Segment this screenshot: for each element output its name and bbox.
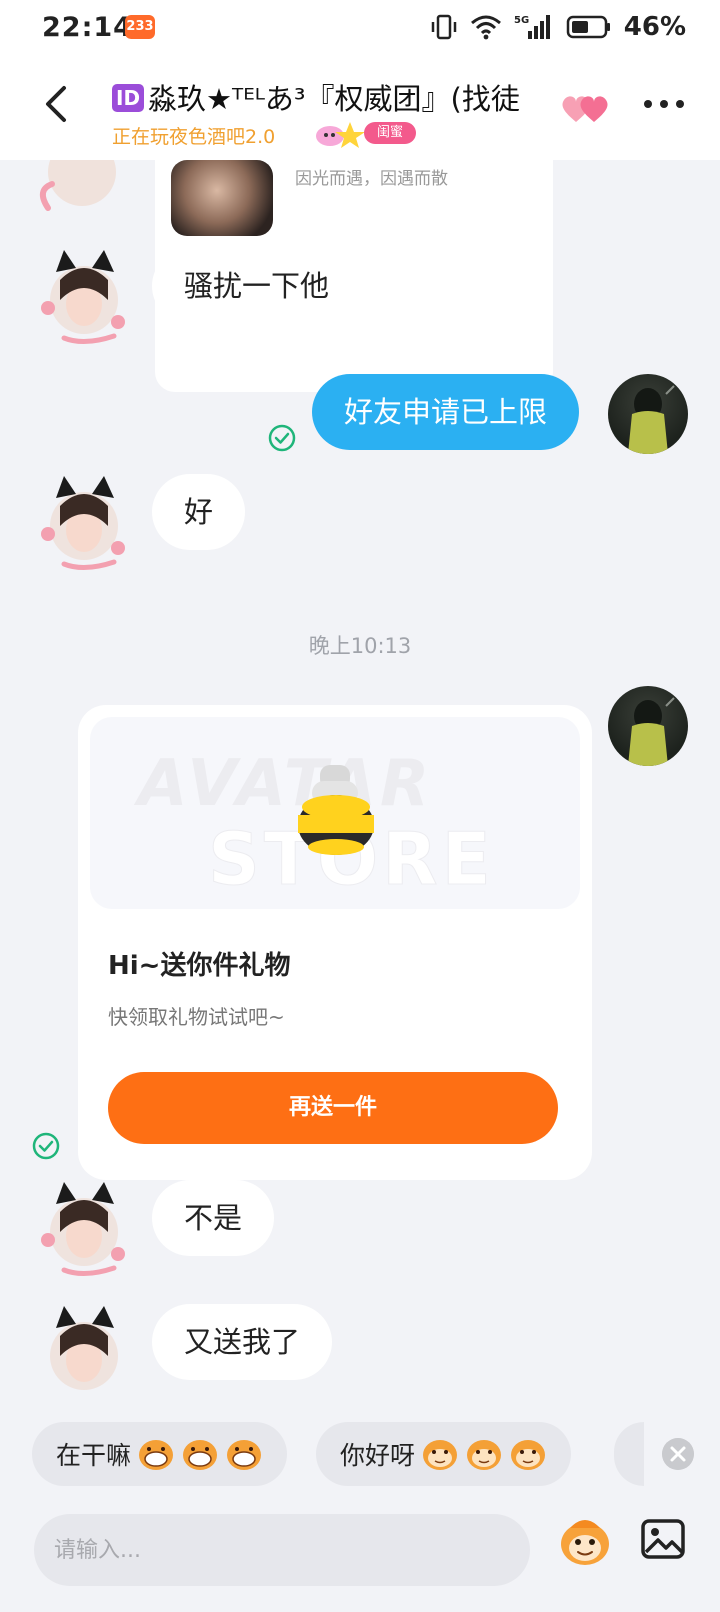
message-input[interactable] <box>34 1514 530 1586</box>
quick-reply-chip[interactable]: 在干嘛 <box>32 1422 288 1486</box>
status-time: 22:14 <box>42 12 133 43</box>
grin-emoji-icon <box>227 1440 262 1470</box>
image-icon[interactable] <box>640 1516 686 1562</box>
hearts-icon[interactable] <box>560 92 612 126</box>
monkey-emoji-icon <box>511 1440 546 1470</box>
network-label: 5G <box>514 15 529 26</box>
quick-reply-label: 你好呀 <box>340 1441 416 1470</box>
battery-percent: 46% <box>623 12 686 42</box>
message-timestamp: 晚上10:13 <box>308 634 412 658</box>
send-again-button[interactable]: 再送一件 <box>108 1072 558 1144</box>
back-icon[interactable] <box>36 80 76 128</box>
status-bar: 22:14 233 5G 46% <box>0 0 720 56</box>
quick-reply-label: 在干嘛 <box>56 1441 132 1470</box>
emoji-icon[interactable] <box>556 1512 614 1570</box>
contact-avatar[interactable] <box>34 246 130 346</box>
close-icon[interactable] <box>662 1438 694 1470</box>
shared-profile-text: 因光而遇，因遇而散 <box>295 169 448 189</box>
my-avatar[interactable] <box>608 686 688 766</box>
chat-title-text: 淼玖★ᵀᴱᴸあ³『权威团』(找徒 <box>148 82 520 116</box>
contact-avatar[interactable] <box>34 472 130 572</box>
my-avatar[interactable] <box>608 374 688 454</box>
monkey-emoji-icon <box>423 1440 458 1470</box>
contact-avatar[interactable] <box>34 1302 130 1402</box>
check-icon <box>32 1132 60 1160</box>
vibrate-icon <box>431 14 457 40</box>
grin-emoji-icon <box>183 1440 218 1470</box>
status-icons: 5G 46% <box>430 12 686 42</box>
message-bubble[interactable]: 骚扰一下他 <box>152 248 362 324</box>
notification-badge: 233 <box>125 15 155 39</box>
battery-icon <box>566 15 610 39</box>
contact-avatar[interactable] <box>34 1178 130 1278</box>
chat-header: ID 淼玖★ᵀᴱᴸあ³『权威团』(找徒 正在玩夜色酒吧2.0 闺蜜 <box>0 56 720 160</box>
quick-reply-chip[interactable]: 你好呀 <box>316 1422 572 1486</box>
quick-reply-bar: 在干嘛 你好呀 <box>0 1410 720 1498</box>
gift-title: Hi~送你件礼物 <box>108 951 291 981</box>
wifi-icon <box>470 15 501 40</box>
gift-item-image <box>298 765 374 855</box>
gift-description: 快领取礼物试试吧~ <box>108 1005 285 1029</box>
more-icon[interactable] <box>644 100 684 108</box>
relation-tag-label: 闺蜜 <box>364 122 416 144</box>
chat-area[interactable]: 因光而遇，因遇而散 骚扰一下他 好友申请已上限 好 晚上10:13 AVATAR… <box>0 160 720 1410</box>
message-bubble[interactable]: 不是 <box>152 1180 275 1256</box>
playing-status: 正在玩夜色酒吧2.0 <box>112 126 276 148</box>
check-icon <box>268 424 296 452</box>
input-bar <box>0 1498 720 1612</box>
id-badge: ID <box>112 84 145 112</box>
quick-reply-chip[interactable] <box>614 1422 644 1486</box>
grin-emoji-icon <box>139 1440 174 1470</box>
shared-profile-photo <box>171 160 273 236</box>
chat-title[interactable]: ID 淼玖★ᵀᴱᴸあ³『权威团』(找徒 <box>112 76 542 118</box>
message-bubble-outgoing[interactable]: 好友申请已上限 <box>312 374 580 450</box>
relation-tag: 闺蜜 <box>312 120 416 154</box>
signal-icon: 5G <box>514 15 550 39</box>
monkey-emoji-icon <box>467 1440 502 1470</box>
star-icon <box>316 122 365 148</box>
message-bubble[interactable]: 又送我了 <box>152 1304 333 1380</box>
message-bubble[interactable]: 好 <box>152 474 246 550</box>
gift-banner: AVATAR STORE <box>90 717 580 909</box>
gift-card[interactable]: AVATAR STORE Hi~送你件礼物 快领取礼物试试吧~ 再送一件 <box>78 705 592 1180</box>
contact-avatar[interactable] <box>34 160 130 220</box>
